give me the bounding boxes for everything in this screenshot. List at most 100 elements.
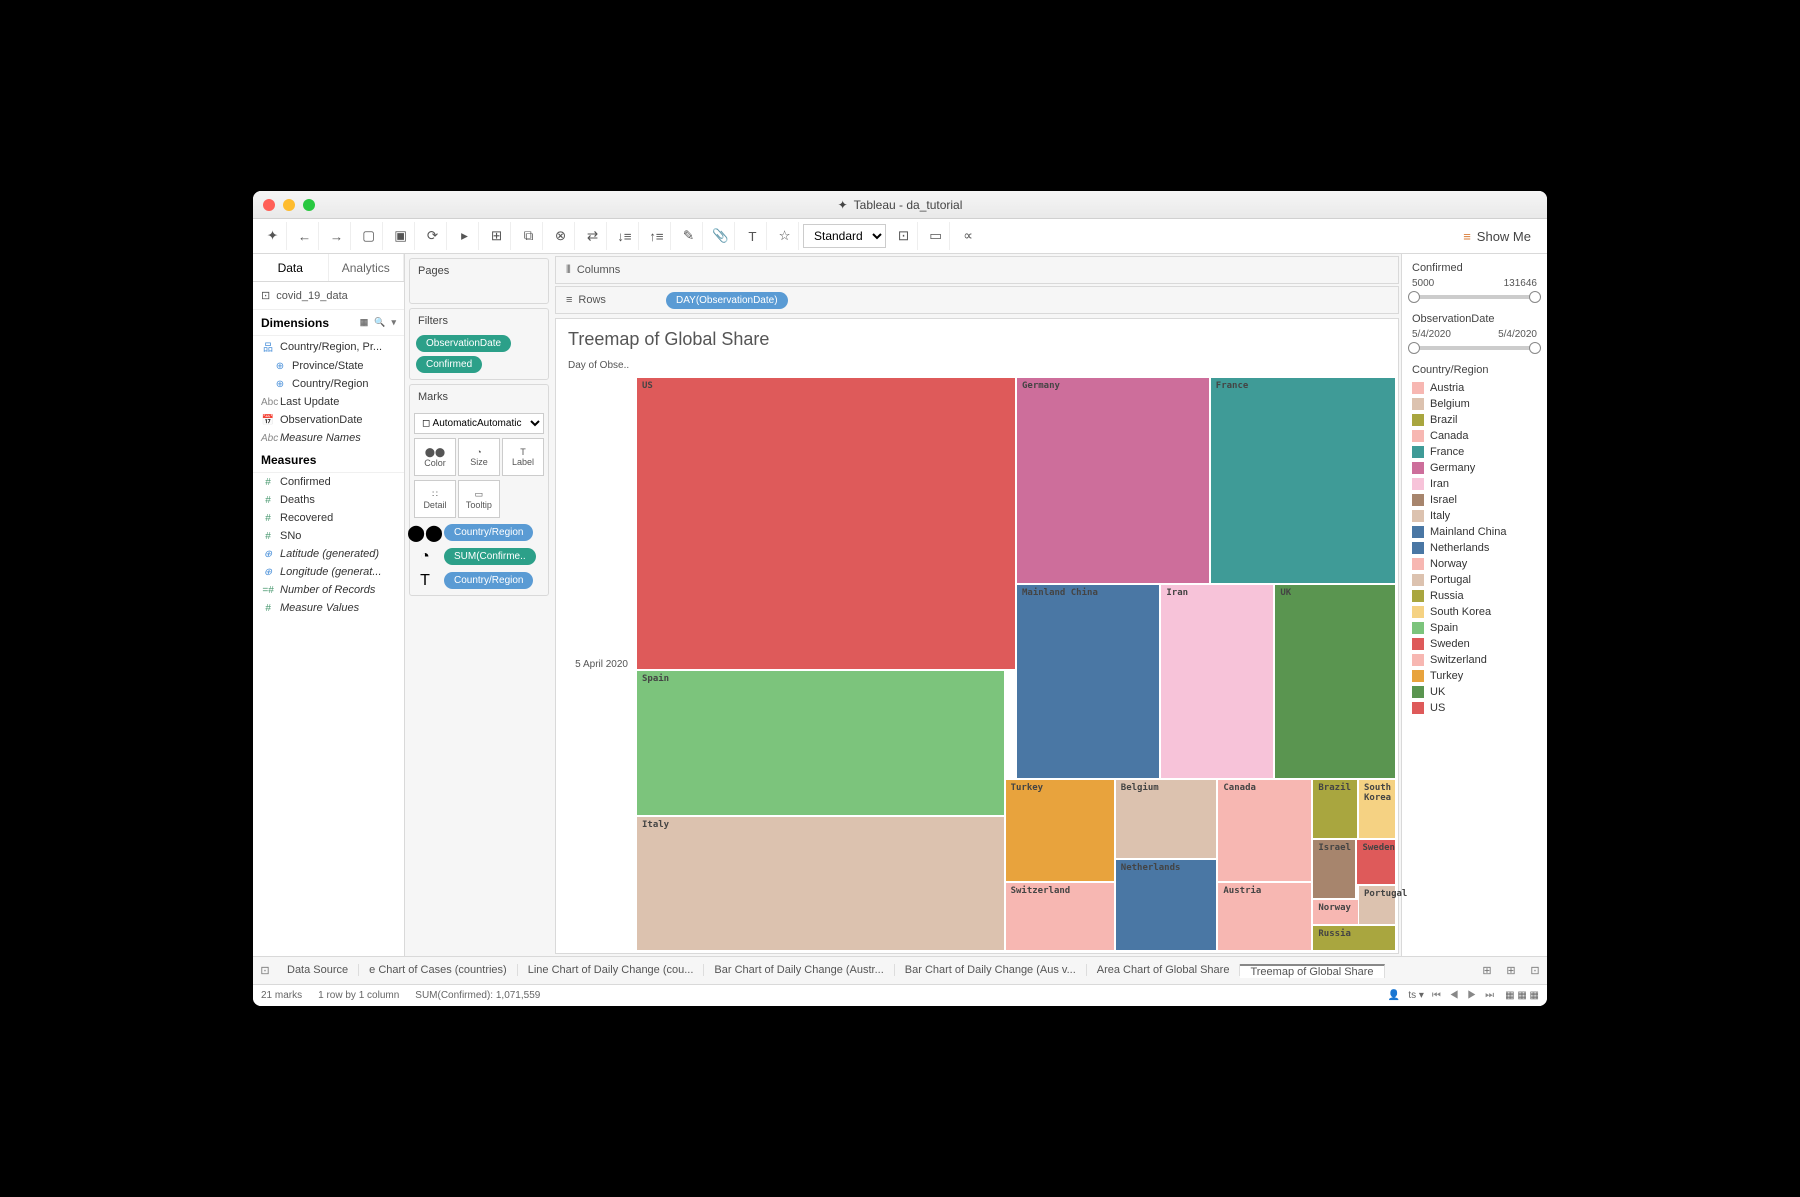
datasource-tab-icon[interactable]: ⊡ [253, 964, 277, 977]
legend-item[interactable]: Turkey [1406, 668, 1543, 684]
legend-item[interactable]: Canada [1406, 428, 1543, 444]
field-item[interactable]: =#Number of Records [253, 581, 404, 599]
treemap-cell[interactable]: Turkey [1005, 779, 1115, 882]
treemap-cell[interactable]: Russia [1312, 925, 1396, 951]
filter-pill[interactable]: Confirmed [416, 356, 482, 373]
treemap-cell[interactable]: Germany [1016, 377, 1210, 584]
legend-item[interactable]: UK [1406, 684, 1543, 700]
field-item[interactable]: ⊕Province/State [253, 357, 404, 375]
mark-pill[interactable]: SUM(Confirme.. [444, 548, 536, 565]
obsdate-slider[interactable] [1412, 346, 1537, 350]
zoom-icon[interactable] [303, 199, 315, 211]
filters-shelf[interactable]: Filters ObservationDateConfirmed [409, 308, 549, 380]
tab-analytics[interactable]: Analytics [329, 254, 405, 281]
field-item[interactable]: #Measure Values [253, 599, 404, 617]
pages-shelf[interactable]: Pages [409, 258, 549, 304]
new-worksheet-button[interactable]: ⊞ [483, 222, 511, 250]
menu-icon[interactable]: ▾ [391, 317, 396, 328]
save-button[interactable]: ▢ [355, 222, 383, 250]
sheet-tab[interactable]: Area Chart of Global Share [1087, 964, 1241, 976]
nav-buttons[interactable]: ⏮ ◀ ▶ ⏭ [1432, 990, 1497, 1001]
new-sheet-button[interactable]: ⊞ [1475, 964, 1499, 977]
treemap-cell[interactable]: Mainland China [1016, 584, 1160, 779]
legend-item[interactable]: South Korea [1406, 604, 1543, 620]
treemap-cell[interactable]: Netherlands [1115, 859, 1218, 951]
minimize-icon[interactable] [283, 199, 295, 211]
legend-item[interactable]: France [1406, 444, 1543, 460]
legend-item[interactable]: Italy [1406, 508, 1543, 524]
back-button[interactable]: ← [291, 222, 319, 250]
field-item[interactable]: AbcLast Update [253, 393, 404, 411]
treemap-cell[interactable]: UK [1274, 584, 1396, 779]
search-icon[interactable]: 🔍 [374, 317, 385, 328]
marks-detail-button[interactable]: ∷Detail [414, 480, 456, 518]
marks-size-button[interactable]: ◔Size [458, 438, 500, 476]
datasource-name[interactable]: ⊡ covid_19_data [253, 282, 404, 310]
field-item[interactable]: ⊕Latitude (generated) [253, 545, 404, 563]
filter-pill[interactable]: ObservationDate [416, 335, 511, 352]
show-me-button[interactable]: ≡ Show Me [1453, 229, 1541, 244]
sheet-tab[interactable]: Treemap of Global Share [1240, 964, 1384, 978]
new-datasource-button[interactable]: ▣ [387, 222, 415, 250]
field-item[interactable]: ⊕Country/Region [253, 375, 404, 393]
legend-item[interactable]: Spain [1406, 620, 1543, 636]
fit-selector[interactable]: Standard [803, 224, 886, 248]
legend-item[interactable]: Israel [1406, 492, 1543, 508]
field-item[interactable]: #Deaths [253, 491, 404, 509]
legend-item[interactable]: Netherlands [1406, 540, 1543, 556]
swap-button[interactable]: ⇄ [579, 222, 607, 250]
field-item[interactable]: 📅ObservationDate [253, 411, 404, 429]
tab-data[interactable]: Data [253, 254, 329, 281]
sort-desc-button[interactable]: ↑≡ [643, 222, 671, 250]
treemap-cell[interactable]: Italy [636, 816, 1005, 951]
legend-item[interactable]: Belgium [1406, 396, 1543, 412]
treemap-chart[interactable]: USSpainItalyGermanyFranceMainland ChinaI… [636, 377, 1396, 951]
field-item[interactable]: 品Country/Region, Pr... [253, 336, 404, 357]
field-item[interactable]: ⊕Longitude (generat... [253, 563, 404, 581]
user-menu[interactable]: ts ▾ [1408, 990, 1424, 1001]
rows-pill[interactable]: DAY(ObservationDate) [666, 292, 788, 309]
legend-item[interactable]: Sweden [1406, 636, 1543, 652]
autoupdate-button[interactable]: ⟳ [419, 222, 447, 250]
treemap-cell[interactable]: France [1210, 377, 1396, 584]
view-buttons[interactable]: ▦ ▦ ▦ [1505, 990, 1539, 1001]
treemap-cell[interactable]: Israel [1312, 839, 1356, 899]
clear-button[interactable]: ⊗ [547, 222, 575, 250]
share-button[interactable]: ∝ [954, 222, 982, 250]
sheet-tab[interactable]: Bar Chart of Daily Change (Aus v... [895, 964, 1087, 976]
close-icon[interactable] [263, 199, 275, 211]
legend-item[interactable]: Portugal [1406, 572, 1543, 588]
sheet-tab[interactable]: Bar Chart of Daily Change (Austr... [704, 964, 894, 976]
run-button[interactable]: ▸ [451, 222, 479, 250]
legend-item[interactable]: Iran [1406, 476, 1543, 492]
sheet-tab[interactable]: e Chart of Cases (countries) [359, 964, 518, 976]
highlight-button[interactable]: ✎ [675, 222, 703, 250]
field-item[interactable]: AbcMeasure Names [253, 429, 404, 447]
sheet-tab[interactable]: Data Source [277, 964, 359, 976]
forward-button[interactable]: → [323, 222, 351, 250]
treemap-cell[interactable]: South Korea [1358, 779, 1396, 839]
legend-item[interactable]: Norway [1406, 556, 1543, 572]
field-item[interactable]: #SNo [253, 527, 404, 545]
mark-pill[interactable]: Country/Region [444, 572, 533, 589]
mark-type-selector[interactable]: ◻ AutomaticAutomatic [414, 413, 544, 434]
legend-item[interactable]: Mainland China [1406, 524, 1543, 540]
treemap-cell[interactable]: Portugal [1358, 885, 1396, 925]
cards-button[interactable]: ⊡ [890, 222, 918, 250]
pin-button[interactable]: ☆ [771, 222, 799, 250]
legend-item[interactable]: Germany [1406, 460, 1543, 476]
labels-button[interactable]: T [739, 222, 767, 250]
legend-item[interactable]: Austria [1406, 380, 1543, 396]
rows-shelf[interactable]: ≡Rows DAY(ObservationDate) [555, 286, 1399, 314]
confirmed-slider[interactable] [1412, 295, 1537, 299]
sheet-tab[interactable]: Line Chart of Daily Change (cou... [518, 964, 705, 976]
treemap-cell[interactable]: Spain [636, 670, 1005, 816]
marks-color-button[interactable]: ⬤⬤Color [414, 438, 456, 476]
new-dashboard-button[interactable]: ⊞ [1499, 964, 1523, 977]
treemap-cell[interactable]: Switzerland [1005, 882, 1115, 951]
legend-item[interactable]: Switzerland [1406, 652, 1543, 668]
treemap-cell[interactable]: Iran [1160, 584, 1274, 779]
legend-item[interactable]: US [1406, 700, 1543, 716]
treemap-cell[interactable]: Canada [1217, 779, 1312, 882]
presentation-button[interactable]: ▭ [922, 222, 950, 250]
